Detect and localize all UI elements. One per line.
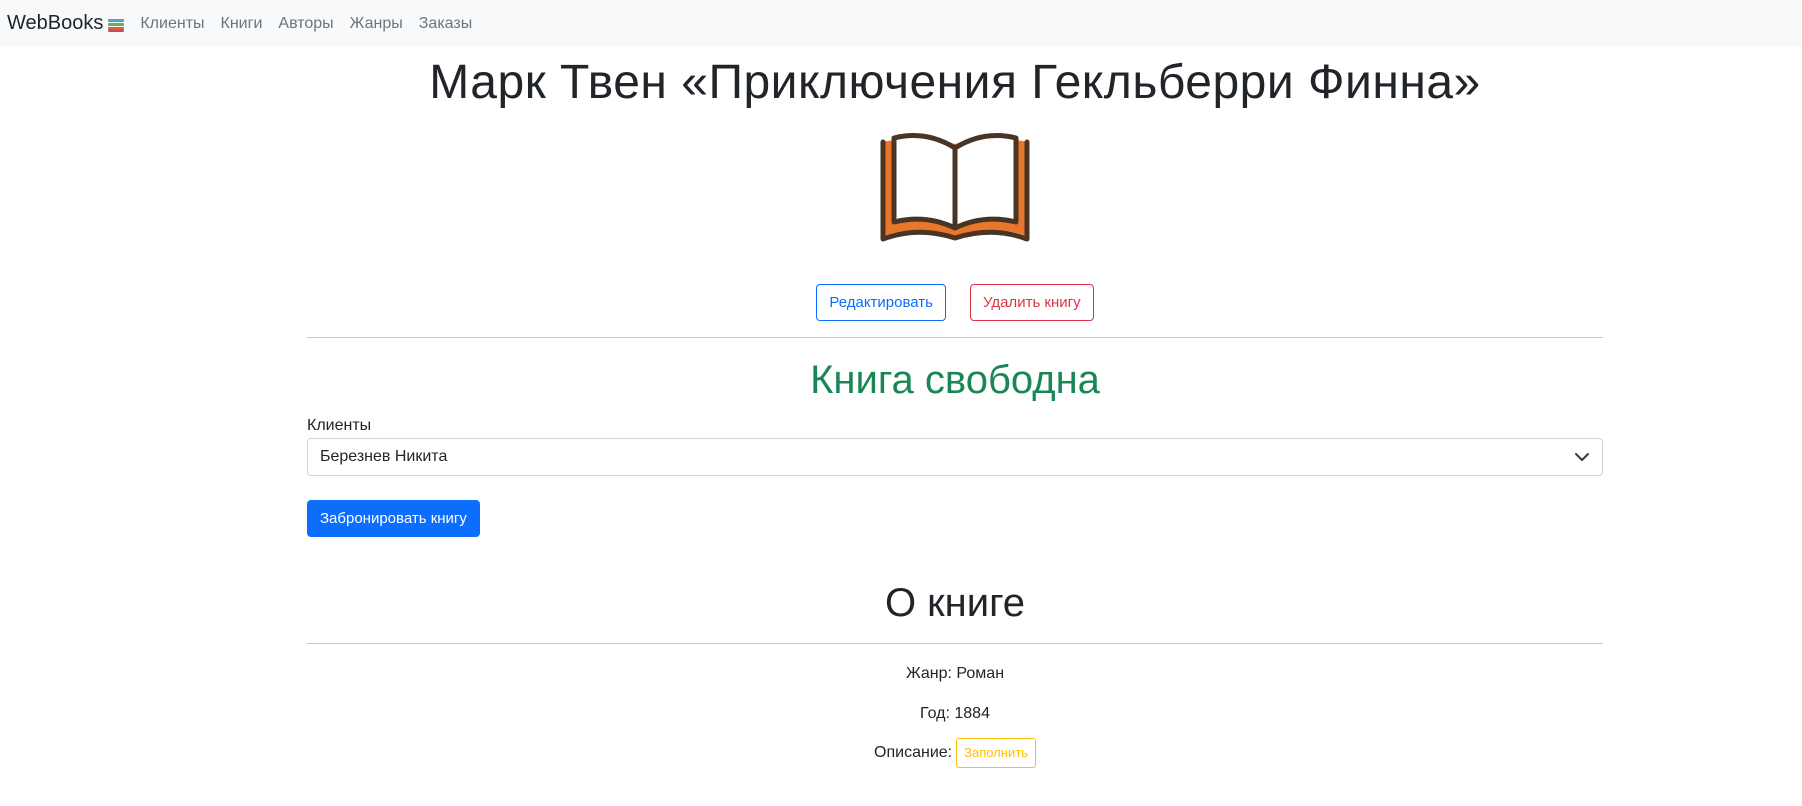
client-select-value: Березнев Никита — [320, 448, 448, 465]
nav-link-genres[interactable]: Жанры — [342, 15, 411, 33]
nav-link-orders[interactable]: Заказы — [411, 15, 480, 33]
nav-link-clients[interactable]: Клиенты — [132, 15, 212, 33]
nav-links: Клиенты Книги Авторы Жанры Заказы — [132, 15, 480, 33]
books-icon — [108, 18, 125, 33]
edit-button[interactable]: Редактировать — [816, 284, 946, 321]
brand[interactable]: WebBooks — [7, 12, 125, 35]
book-cover — [307, 132, 1603, 244]
about-heading: О книге — [884, 581, 1026, 625]
book-info: Жанр: Роман Год: 1884 Описание: Заполнит… — [307, 664, 1603, 768]
about-divider — [307, 643, 1603, 644]
divider — [307, 337, 1603, 338]
availability-status: Книга свободна — [810, 358, 1100, 402]
book-actions: Редактировать Удалить книгу — [307, 284, 1603, 321]
genre-text: Жанр: Роман — [905, 665, 1005, 682]
clients-label: Клиенты — [307, 417, 372, 434]
description-label: Описание: — [874, 744, 953, 761]
delete-book-button[interactable]: Удалить книгу — [969, 284, 1094, 321]
open-book-icon — [880, 133, 1030, 242]
chevron-down-icon — [1575, 453, 1589, 461]
description-row: Описание: Заполнить — [307, 738, 1603, 768]
client-select[interactable]: Березнев Никита — [307, 438, 1603, 476]
main-content: Марк Твен «Приключения Гекльберри Финна»… — [307, 47, 1603, 768]
year-text: Год: 1884 — [920, 705, 990, 722]
nav-link-authors[interactable]: Авторы — [270, 15, 341, 33]
fill-description-button[interactable]: Заполнить — [956, 738, 1036, 768]
brand-name[interactable]: WebBooks — [7, 12, 103, 35]
page-title: Марк Твен «Приключения Гекльберри Финна» — [429, 56, 1481, 109]
navbar: WebBooks Клиенты Книги Авторы Жанры Зака… — [0, 0, 1802, 47]
nav-link-books[interactable]: Книги — [213, 15, 271, 33]
reserve-book-button[interactable]: Забронировать книгу — [307, 500, 480, 537]
